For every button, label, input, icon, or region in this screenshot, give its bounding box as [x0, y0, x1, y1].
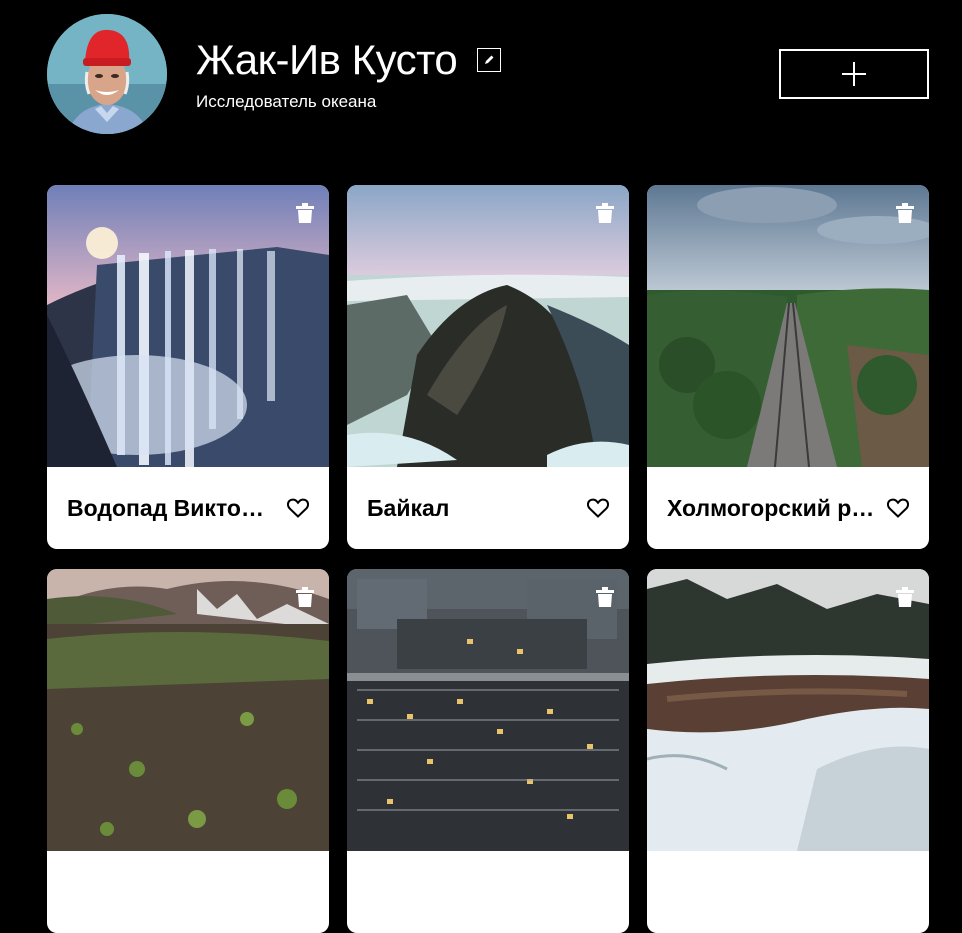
card-caption [347, 851, 629, 933]
card-title: Холмогорский район [667, 494, 877, 521]
river-image [647, 569, 929, 851]
card-image[interactable] [347, 569, 629, 851]
card-title: Байкал [367, 494, 450, 521]
add-card-button[interactable] [779, 49, 929, 99]
card-caption: Холмогорский район [647, 467, 929, 549]
card: Байкал [347, 185, 629, 549]
card-image[interactable] [647, 569, 929, 851]
profile-info: Жак-Ив Кусто Исследователь океана [196, 36, 502, 112]
trash-icon [296, 587, 314, 607]
card: Водопад Виктория [47, 185, 329, 549]
card [47, 569, 329, 933]
card-image[interactable] [47, 569, 329, 851]
profile-about: Исследователь океана [196, 92, 377, 111]
like-button[interactable] [886, 498, 910, 518]
card-caption [47, 851, 329, 933]
trash-icon [596, 587, 614, 607]
card-title: Водопад Виктория [67, 494, 277, 521]
like-button[interactable] [586, 498, 610, 518]
city-image [347, 569, 629, 851]
card-caption: Водопад Виктория [47, 467, 329, 549]
card [647, 569, 929, 933]
trash-icon [896, 587, 914, 607]
avatar[interactable] [47, 14, 167, 134]
railway-image [647, 185, 929, 467]
name-row: Жак-Ив Кусто [196, 36, 502, 84]
heart-outline-icon [586, 498, 610, 518]
profile-name: Жак-Ив Кусто [196, 36, 458, 83]
delete-card-button[interactable] [596, 587, 614, 607]
card: Холмогорский район [647, 185, 929, 549]
card-caption [647, 851, 929, 933]
lake-cliff-image [347, 185, 629, 467]
volcano-image [47, 569, 329, 851]
card-image[interactable] [647, 185, 929, 467]
delete-card-button[interactable] [896, 203, 914, 223]
delete-card-button[interactable] [596, 203, 614, 223]
card [347, 569, 629, 933]
heart-outline-icon [286, 498, 310, 518]
trash-icon [596, 203, 614, 223]
plus-icon [842, 62, 866, 86]
delete-card-button[interactable] [296, 587, 314, 607]
trash-icon [296, 203, 314, 223]
trash-icon [896, 203, 914, 223]
cards-grid: Водопад Виктория Байкал Холмогорский рай [47, 185, 929, 933]
profile-section: Жак-Ив Кусто Исследователь океана [0, 0, 962, 150]
delete-card-button[interactable] [896, 587, 914, 607]
like-button[interactable] [286, 498, 310, 518]
avatar-portrait [47, 14, 167, 134]
delete-card-button[interactable] [296, 203, 314, 223]
card-image[interactable] [47, 185, 329, 467]
edit-profile-button[interactable] [477, 48, 502, 72]
pencil-icon [485, 55, 494, 64]
heart-outline-icon [886, 498, 910, 518]
card-image[interactable] [347, 185, 629, 467]
waterfall-image [47, 185, 329, 467]
card-caption: Байкал [347, 467, 629, 549]
